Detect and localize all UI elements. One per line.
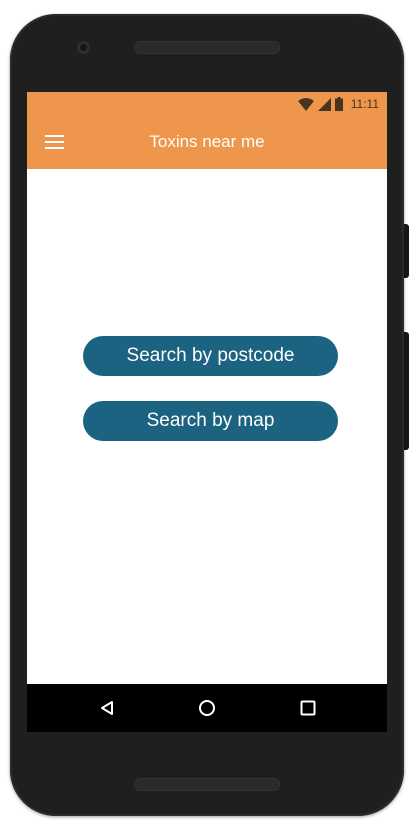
recent-apps-icon[interactable] xyxy=(293,693,323,723)
status-bar: 11:11 xyxy=(27,92,387,116)
screen: 11:11 Toxins near me Search by postcode … xyxy=(27,92,387,732)
search-by-map-button[interactable]: Search by map xyxy=(83,401,338,441)
back-icon[interactable] xyxy=(92,693,122,723)
cell-signal-icon xyxy=(317,97,331,111)
bottom-speaker xyxy=(134,778,280,791)
volume-button xyxy=(404,332,409,450)
navigation-bar xyxy=(27,684,387,732)
search-by-postcode-button[interactable]: Search by postcode xyxy=(83,336,338,376)
status-time: 11:11 xyxy=(350,97,379,111)
front-camera xyxy=(77,41,90,54)
power-button xyxy=(404,224,409,278)
app-bar: Toxins near me xyxy=(27,116,387,169)
home-icon[interactable] xyxy=(192,693,222,723)
battery-icon xyxy=(334,97,343,111)
wifi-icon xyxy=(297,97,314,111)
app-title: Toxins near me xyxy=(149,132,265,151)
main-content: Search by postcode Search by map xyxy=(27,169,387,684)
earpiece-speaker xyxy=(134,41,280,54)
